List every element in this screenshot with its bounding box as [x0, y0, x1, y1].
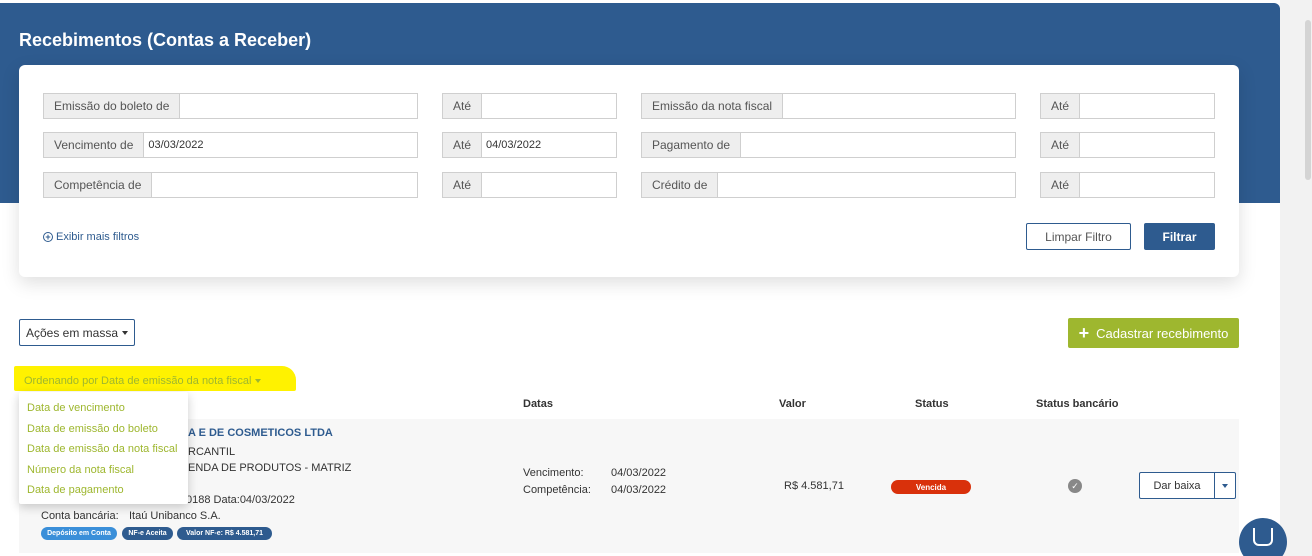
filter-label: Até	[443, 94, 483, 118]
bank-value: Itaú Unibanco S.A.	[129, 510, 221, 522]
scrollbar[interactable]	[1280, 0, 1312, 556]
caret-down-icon	[1222, 483, 1228, 488]
plus-icon: +	[1078, 323, 1090, 343]
filter-label: Até	[443, 173, 483, 197]
filter-emissao-boleto-de: Emissão do boleto de	[43, 93, 418, 119]
sort-label: Ordenando por Data de emissão da nota fi…	[24, 375, 252, 387]
filter-label: Pagamento de	[642, 133, 742, 157]
column-header-valor[interactable]: Valor	[779, 398, 806, 410]
sort-option-emissao-nf[interactable]: Data de emissão da nota fiscal	[19, 439, 188, 460]
badge-deposito: Depósito em Conta	[41, 527, 117, 540]
add-receivable-button[interactable]: + Cadastrar recebimento	[1068, 318, 1239, 348]
column-header-status-bancario[interactable]: Status bancário	[1036, 398, 1119, 410]
sort-dropdown-toggle[interactable]: Ordenando por Data de emissão da nota fi…	[24, 375, 262, 387]
client-name[interactable]: A E DE COSMETICOS LTDA	[188, 427, 333, 439]
filter-emissao-nf-ate: Até	[1040, 93, 1215, 119]
filter-panel: Emissão do boleto de Até Emissão da nota…	[19, 65, 1239, 277]
status-badge: Vencida	[891, 480, 971, 494]
competencia-ate-input[interactable]	[482, 173, 616, 197]
filter-label: Competência de	[44, 173, 153, 197]
pagamento-de-input[interactable]	[741, 133, 1015, 157]
competencia-label: Competência:	[523, 484, 591, 496]
bulk-actions-button[interactable]: Ações em massa	[19, 319, 135, 346]
sort-option-emissao-boleto[interactable]: Data de emissão do boleto	[19, 419, 188, 440]
vencimento-ate-input[interactable]	[482, 133, 616, 157]
filter-emissao-nf-de: Emissão da nota fiscal	[641, 93, 1016, 119]
filter-emissao-boleto-ate: Até	[442, 93, 617, 119]
page-title: Recebimentos (Contas a Receber)	[19, 30, 312, 50]
scrollbar-thumb[interactable]	[1305, 20, 1311, 180]
check-circle-icon: ✓	[1068, 479, 1082, 493]
filter-label: Até	[1041, 173, 1081, 197]
competencia-de-input[interactable]	[152, 173, 417, 197]
column-header-datas[interactable]: Datas	[523, 398, 553, 410]
competencia-date: 04/03/2022	[611, 484, 667, 496]
sort-option-numero-nf[interactable]: Número da nota fiscal	[19, 460, 188, 481]
vencimento-label: Vencimento:	[523, 467, 584, 479]
client-line-3: ENDA DE PRODUTOS - MATRIZ	[188, 462, 352, 474]
emissao-boleto-de-input[interactable]	[180, 94, 417, 118]
filter-label: Até	[1041, 133, 1081, 157]
sort-option-vencimento[interactable]: Data de vencimento	[19, 398, 188, 419]
client-line-2: RCANTIL	[188, 446, 236, 458]
bulk-actions-label: Ações em massa	[25, 325, 119, 340]
filter-competencia-de: Competência de	[43, 172, 418, 198]
filter-credito-de: Crédito de	[641, 172, 1016, 198]
filter-button[interactable]: Filtrar	[1144, 223, 1215, 250]
clear-filter-button[interactable]: Limpar Filtro	[1026, 223, 1131, 250]
emissao-nf-ate-input[interactable]	[1080, 94, 1214, 118]
sort-option-pagamento[interactable]: Data de pagamento	[19, 480, 188, 501]
chat-icon	[1253, 528, 1273, 546]
settle-button[interactable]: Dar baixa	[1139, 472, 1215, 499]
filter-pagamento-de: Pagamento de	[641, 132, 1016, 158]
filter-label: Emissão do boleto de	[44, 94, 181, 118]
emissao-nf-de-input[interactable]	[783, 94, 1015, 118]
emissao-boleto-ate-input[interactable]	[482, 94, 616, 118]
row-value: R$ 4.581,71	[784, 480, 844, 492]
sort-dropdown-menu: Data de vencimento Data de emissão do bo…	[19, 392, 188, 504]
credito-de-input[interactable]	[718, 173, 1015, 197]
credito-ate-input[interactable]	[1080, 173, 1214, 197]
settle-options-toggle[interactable]	[1214, 472, 1236, 499]
filter-vencimento-ate: Até	[442, 132, 617, 158]
filter-competencia-ate: Até	[442, 172, 617, 198]
filter-vencimento-de: Vencimento de	[43, 132, 418, 158]
nf-info: 0188 Data:04/03/2022	[186, 494, 295, 506]
column-header-status[interactable]: Status	[915, 398, 949, 410]
filter-credito-ate: Até	[1040, 172, 1215, 198]
more-filters-label: Exibir mais filtros	[56, 231, 140, 243]
filter-label: Vencimento de	[44, 133, 145, 157]
filter-label: Até	[1041, 94, 1081, 118]
plus-circle-icon: +	[43, 232, 53, 242]
pagamento-ate-input[interactable]	[1080, 133, 1214, 157]
filter-label: Crédito de	[642, 173, 719, 197]
vencimento-de-input[interactable]	[144, 133, 417, 157]
badge-valor-nfe: Valor NF-e: R$ 4.581,71	[177, 527, 272, 540]
badge-nfe-aceita: NF-e Aceita	[122, 527, 173, 540]
filter-pagamento-ate: Até	[1040, 132, 1215, 158]
filter-label: Emissão da nota fiscal	[642, 94, 784, 118]
more-filters-link[interactable]: + Exibir mais filtros	[43, 231, 139, 243]
filter-label: Até	[443, 133, 483, 157]
caret-down-icon	[255, 379, 262, 383]
vencimento-date: 04/03/2022	[611, 467, 667, 479]
add-receivable-label: Cadastrar recebimento	[1096, 325, 1229, 341]
caret-down-icon	[122, 330, 129, 335]
bank-label: Conta bancária:	[41, 510, 119, 522]
